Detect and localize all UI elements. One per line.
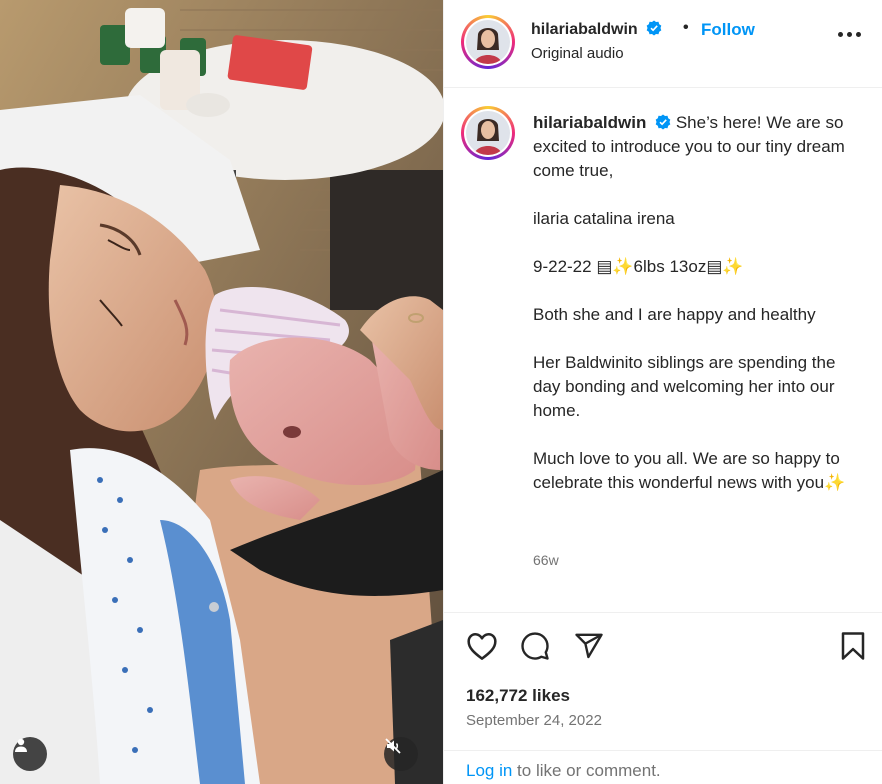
login-suffix: to like or comment.	[512, 761, 661, 780]
caption-paragraph: ilaria catalina irena	[533, 209, 675, 228]
caption-text: hilariabaldwin She’s here! We are so exc…	[533, 111, 858, 519]
login-prompt: Log in to like or comment.	[466, 761, 661, 781]
avatar-image	[466, 111, 510, 155]
login-link[interactable]: Log in	[466, 761, 512, 780]
header-username-link[interactable]: hilariabaldwin	[531, 20, 662, 39]
post-photo	[0, 0, 443, 784]
separator-dot: •	[683, 19, 689, 36]
caption-paragraph: 9-22-22 ▤✨6lbs 13oz▤✨	[533, 257, 744, 276]
verified-badge-icon	[655, 114, 671, 130]
verified-badge-icon	[646, 20, 662, 36]
user-tag-button[interactable]	[13, 737, 47, 771]
post-date: September 24, 2022	[466, 712, 602, 729]
audio-label[interactable]: Original audio	[531, 45, 624, 62]
follow-button[interactable]: Follow	[701, 20, 755, 40]
share-icon[interactable]	[574, 631, 604, 661]
caption-avatar[interactable]	[461, 106, 515, 160]
caption-paragraph: Much love to you all. We are so happy to…	[533, 449, 846, 492]
caption-section: hilariabaldwin She’s here! We are so exc…	[444, 89, 882, 613]
profile-avatar[interactable]	[461, 15, 515, 69]
avatar-image	[466, 20, 510, 64]
post-timestamp[interactable]: 66w	[533, 552, 559, 568]
caption-paragraph: Both she and I are happy and healthy	[533, 305, 816, 324]
user-tag-icon	[15, 738, 27, 752]
speaker-muted-icon	[385, 738, 401, 754]
likes-count[interactable]: 162,772 likes	[466, 686, 570, 706]
post-media[interactable]	[0, 0, 443, 784]
caption-paragraph: hilariabaldwin She’s here! We are so exc…	[533, 111, 858, 183]
post-details-panel: hilariabaldwin • Follow Original audio h…	[443, 0, 882, 784]
more-options-icon[interactable]	[838, 32, 861, 37]
comment-icon[interactable]	[520, 631, 550, 661]
action-bar	[444, 625, 882, 671]
post-header: hilariabaldwin • Follow Original audio	[444, 0, 882, 88]
like-heart-icon[interactable]	[466, 631, 498, 661]
save-bookmark-icon[interactable]	[840, 631, 866, 661]
header-username[interactable]: hilariabaldwin	[531, 21, 638, 38]
mute-button[interactable]	[384, 737, 418, 771]
caption-paragraph: Her Baldwinito siblings are spending the…	[533, 353, 836, 420]
caption-username[interactable]: hilariabaldwin	[533, 113, 646, 132]
